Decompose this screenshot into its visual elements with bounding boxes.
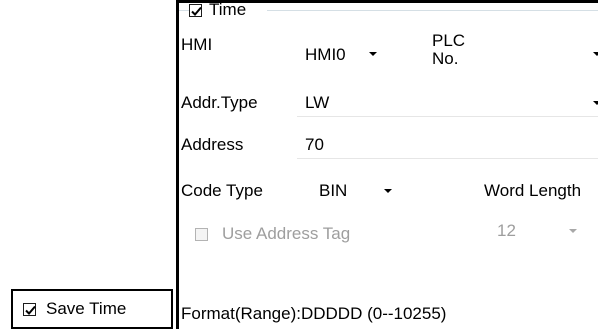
time-settings-panel: Time HMI HMI0 PLC No. Addr.Type LW Addre…: [176, 0, 598, 329]
addr-type-divider: [297, 116, 598, 117]
hmi-label: HMI: [181, 35, 213, 54]
address-label: Address: [181, 135, 244, 154]
time-group-title: Time: [209, 0, 247, 19]
code-type-select[interactable]: BIN: [319, 181, 347, 201]
save-time-label: Save Time: [46, 299, 127, 318]
code-type-dropdown-arrow-icon[interactable]: [384, 189, 392, 193]
save-time-checkbox[interactable]: Save Time: [11, 289, 173, 329]
group-border-left: [179, 10, 189, 11]
addr-type-label: Addr.Type: [181, 93, 258, 112]
use-address-tag-label: Use Address Tag: [222, 224, 351, 243]
use-address-tag-checkbox[interactable]: [195, 228, 208, 241]
word-length-dropdown-arrow-icon[interactable]: [569, 229, 577, 233]
hmi-select[interactable]: HMI0: [305, 45, 346, 65]
address-divider: [297, 158, 598, 159]
addr-type-dropdown-arrow-icon[interactable]: [593, 101, 598, 105]
word-length-label: Word Length: [484, 181, 582, 200]
group-border-right: [267, 10, 598, 11]
plc-label-line2: No.: [432, 49, 459, 68]
time-group-check-icon[interactable]: [189, 4, 202, 17]
plc-dropdown-arrow-icon[interactable]: [593, 52, 598, 56]
address-input[interactable]: 70: [305, 135, 324, 155]
save-time-check-icon[interactable]: [23, 303, 36, 316]
word-length-select[interactable]: 12: [497, 221, 516, 241]
addr-type-select[interactable]: LW: [305, 93, 329, 113]
hmi-dropdown-arrow-icon[interactable]: [369, 52, 377, 56]
code-type-label: Code Type: [181, 181, 263, 200]
plc-label-line1: PLC: [432, 31, 466, 50]
format-range-text: Format(Range):DDDDD (0--10255): [181, 304, 447, 323]
